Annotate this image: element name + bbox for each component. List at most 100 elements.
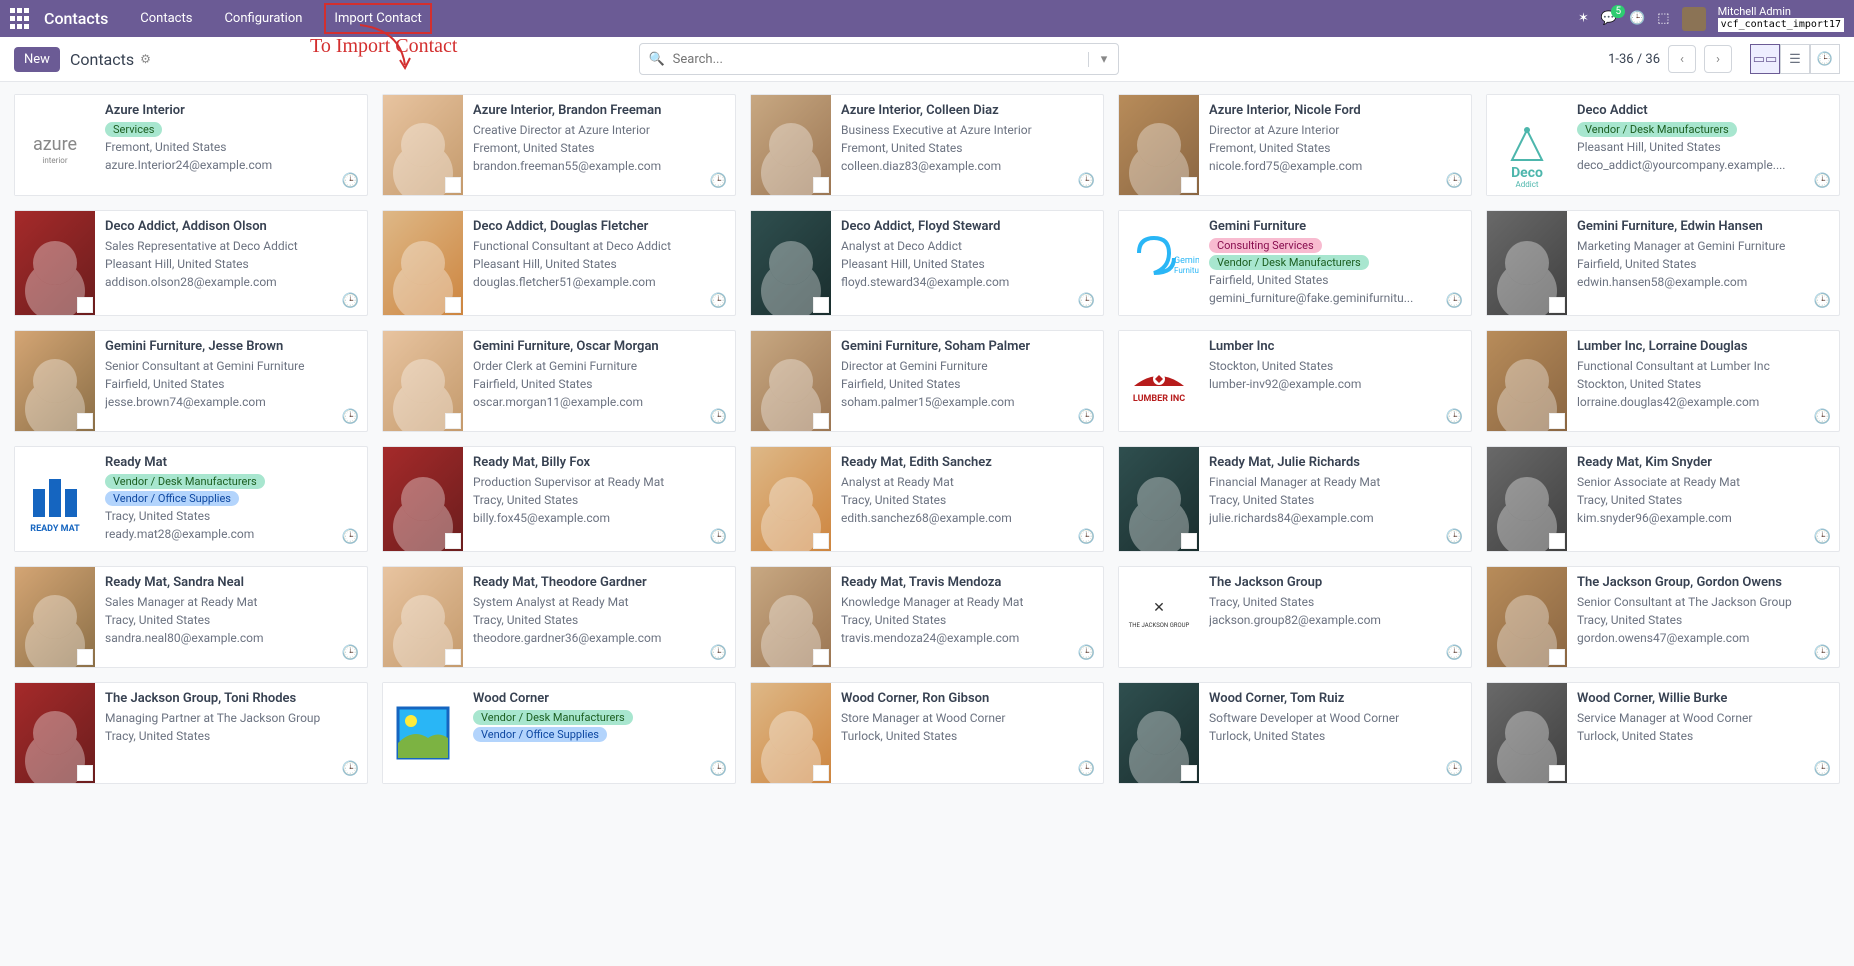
more-icon[interactable]: ⬚	[1657, 11, 1669, 26]
contact-email: lumber-inv92@example.com	[1209, 375, 1461, 393]
activity-icon[interactable]: 🕒	[710, 409, 727, 425]
contact-card[interactable]: Gemini Furniture, Soham PalmerDirector a…	[750, 330, 1104, 432]
contact-card[interactable]: Gemini Furniture, Jesse BrownSenior Cons…	[14, 330, 368, 432]
contact-card[interactable]: Ready Mat, Travis MendozaKnowledge Manag…	[750, 566, 1104, 668]
messaging-icon[interactable]: 💬5	[1601, 11, 1617, 26]
contact-location: Tracy, United States	[841, 491, 1093, 509]
gear-icon[interactable]: ⚙	[140, 52, 151, 66]
card-body: Deco Addict, Addison OlsonSales Represen…	[95, 211, 367, 315]
activity-view-button[interactable]: 🕒	[1810, 44, 1840, 74]
activity-icon[interactable]: 🕒	[1446, 409, 1463, 425]
contact-email: floyd.steward34@example.com	[841, 273, 1093, 291]
svg-text:Addict: Addict	[1516, 180, 1539, 189]
svg-text:Deco: Deco	[1511, 165, 1543, 181]
activity-icon[interactable]: 🕒	[342, 761, 359, 777]
contact-card[interactable]: Wood Corner, Willie BurkeService Manager…	[1486, 682, 1840, 784]
activity-icon[interactable]: 🕒	[1078, 761, 1095, 777]
activity-icon[interactable]: 🕒	[1078, 173, 1095, 189]
company-logo: DecoAddict	[1487, 95, 1567, 195]
nav-contacts[interactable]: Contacts	[130, 3, 202, 34]
activity-icon[interactable]: 🕒	[1446, 173, 1463, 189]
contact-card[interactable]: Azure Interior, Brandon FreemanCreative …	[382, 94, 736, 196]
activity-icon[interactable]: 🕒	[342, 293, 359, 309]
activity-icon[interactable]: 🕒	[342, 645, 359, 661]
contact-card[interactable]: READY MATReady MatVendor / Desk Manufact…	[14, 446, 368, 552]
parent-company-mini-logo	[77, 297, 93, 313]
contact-email: nicole.ford75@example.com	[1209, 157, 1461, 175]
activity-icon[interactable]: 🕒	[1446, 293, 1463, 309]
contact-card[interactable]: Ready Mat, Edith SanchezAnalyst at Ready…	[750, 446, 1104, 552]
contact-name: Gemini Furniture, Soham Palmer	[841, 339, 1093, 354]
activity-icon[interactable]: 🕒	[1814, 173, 1831, 189]
card-body: The Jackson GroupTracy, United Statesjac…	[1199, 567, 1471, 667]
activity-icon[interactable]: 🕒	[1446, 761, 1463, 777]
nav-configuration[interactable]: Configuration	[214, 3, 312, 34]
pager-prev[interactable]: ‹	[1668, 45, 1696, 73]
search-input[interactable]	[673, 52, 1089, 67]
contact-card[interactable]: Deco Addict, Floyd StewardAnalyst at Dec…	[750, 210, 1104, 316]
contact-card[interactable]: Azure Interior, Colleen DiazBusiness Exe…	[750, 94, 1104, 196]
contact-card[interactable]: Ready Mat, Billy FoxProduction Superviso…	[382, 446, 736, 552]
contact-card[interactable]: Ready Mat, Julie RichardsFinancial Manag…	[1118, 446, 1472, 552]
contact-card[interactable]: Lumber Inc, Lorraine DouglasFunctional C…	[1486, 330, 1840, 432]
apps-icon[interactable]	[10, 8, 32, 30]
contact-email: colleen.diaz83@example.com	[841, 157, 1093, 175]
contact-location: Tracy, United States	[473, 491, 725, 509]
activity-icon[interactable]: 🕒	[1814, 761, 1831, 777]
contact-card[interactable]: The Jackson Group, Toni RhodesManaging P…	[14, 682, 368, 784]
contact-card[interactable]: Deco Addict, Addison OlsonSales Represen…	[14, 210, 368, 316]
contact-email: soham.palmer15@example.com	[841, 393, 1093, 411]
card-body: Lumber Inc, Lorraine DouglasFunctional C…	[1567, 331, 1839, 431]
contact-card[interactable]: GeminiFurnitureGemini FurnitureConsultin…	[1118, 210, 1472, 316]
contact-card[interactable]: Ready Mat, Kim SnyderSenior Associate at…	[1486, 446, 1840, 552]
nav-import-contact[interactable]: Import Contact	[324, 3, 431, 34]
activity-icon[interactable]: 🕒	[342, 173, 359, 189]
user-avatar[interactable]	[1682, 7, 1706, 31]
kanban-view-button[interactable]: ▭▭	[1750, 44, 1780, 74]
search-dropdown-icon[interactable]: ▾	[1088, 52, 1118, 67]
contact-card[interactable]: ✕THE JACKSON GROUPThe Jackson GroupTracy…	[1118, 566, 1472, 668]
activity-icon[interactable]: 🕒	[1814, 409, 1831, 425]
debug-icon[interactable]: ✶	[1578, 11, 1589, 26]
contact-card[interactable]: The Jackson Group, Gordon OwensSenior Co…	[1486, 566, 1840, 668]
activities-icon[interactable]: 🕒	[1629, 11, 1645, 26]
activity-icon[interactable]: 🕒	[342, 529, 359, 545]
activity-icon[interactable]: 🕒	[1446, 645, 1463, 661]
contact-card[interactable]: Wood Corner, Ron GibsonStore Manager at …	[750, 682, 1104, 784]
activity-icon[interactable]: 🕒	[342, 409, 359, 425]
contact-email: jackson.group82@example.com	[1209, 611, 1461, 629]
activity-icon[interactable]: 🕒	[710, 761, 727, 777]
contact-card[interactable]: Wood Corner, Tom RuizSoftware Developer …	[1118, 682, 1472, 784]
contact-card[interactable]: Wood CornerVendor / Desk ManufacturersVe…	[382, 682, 736, 784]
activity-icon[interactable]: 🕒	[1446, 529, 1463, 545]
new-button[interactable]: New	[14, 47, 60, 72]
contact-card[interactable]: Deco Addict, Douglas FletcherFunctional …	[382, 210, 736, 316]
activity-icon[interactable]: 🕒	[1078, 645, 1095, 661]
contact-email: gordon.owens47@example.com	[1577, 629, 1829, 647]
activity-icon[interactable]: 🕒	[710, 173, 727, 189]
activity-icon[interactable]: 🕒	[710, 293, 727, 309]
pager-next[interactable]: ›	[1704, 45, 1732, 73]
contact-card[interactable]: Ready Mat, Theodore GardnerSystem Analys…	[382, 566, 736, 668]
activity-icon[interactable]: 🕒	[1814, 529, 1831, 545]
activity-icon[interactable]: 🕒	[1078, 409, 1095, 425]
contact-card[interactable]: DecoAddictDeco AddictVendor / Desk Manuf…	[1486, 94, 1840, 196]
activity-icon[interactable]: 🕒	[1078, 529, 1095, 545]
contact-card[interactable]: LUMBER INCLumber IncStockton, United Sta…	[1118, 330, 1472, 432]
activity-icon[interactable]: 🕒	[710, 645, 727, 661]
activity-icon[interactable]: 🕒	[710, 529, 727, 545]
user-info[interactable]: Mitchell Admin vcf_contact_import17	[1718, 5, 1844, 32]
contact-avatar	[751, 331, 831, 431]
activity-icon[interactable]: 🕒	[1078, 293, 1095, 309]
contact-card[interactable]: Azure Interior, Nicole FordDirector at A…	[1118, 94, 1472, 196]
contact-name: Wood Corner, Tom Ruiz	[1209, 691, 1461, 706]
contact-card[interactable]: Gemini Furniture, Oscar MorganOrder Cler…	[382, 330, 736, 432]
list-view-button[interactable]: ☰	[1780, 44, 1810, 74]
card-body: Azure Interior, Nicole FordDirector at A…	[1199, 95, 1471, 195]
activity-icon[interactable]: 🕒	[1814, 293, 1831, 309]
contact-card[interactable]: azureinteriorAzure InteriorServicesFremo…	[14, 94, 368, 196]
contact-card[interactable]: Ready Mat, Sandra NealSales Manager at R…	[14, 566, 368, 668]
svg-text:Gemini: Gemini	[1174, 256, 1199, 266]
activity-icon[interactable]: 🕒	[1814, 645, 1831, 661]
contact-card[interactable]: Gemini Furniture, Edwin HansenMarketing …	[1486, 210, 1840, 316]
